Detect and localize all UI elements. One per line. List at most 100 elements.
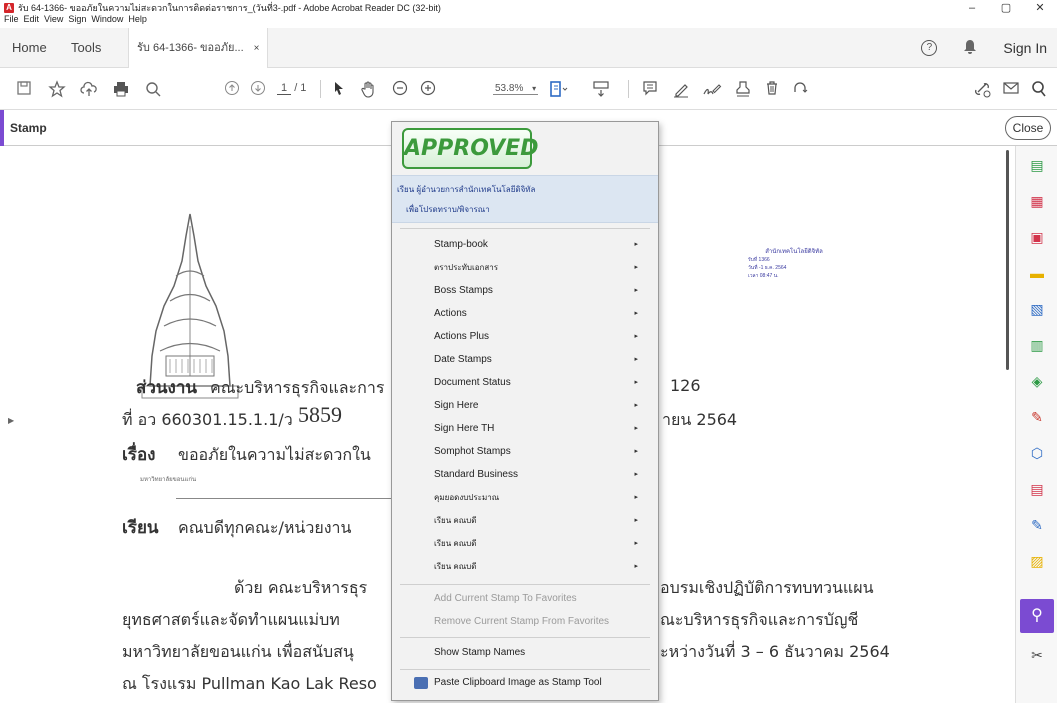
sign-in-button[interactable]: Sign In [1003,40,1047,56]
menu-window[interactable]: Window [91,14,123,26]
tab-tools[interactable]: Tools [71,28,101,68]
scan-ocr-icon[interactable]: ▥ [1028,336,1046,354]
trash-icon[interactable] [764,80,780,101]
compress-icon[interactable]: ◈ [1028,372,1046,390]
zoom-dropdown[interactable]: 53.8% ▾ [493,83,539,95]
mail-icon[interactable] [1002,80,1020,101]
bell-icon[interactable] [963,39,977,58]
page-number-input[interactable]: 1 [277,82,292,95]
receipt-head: สำนักเทคโนโลยีดิจิทัล [765,249,823,255]
menu-item-label: Standard Business [434,469,518,480]
recent-stamp-line2: เพื่อโปรดทราบ/พิจารณา [406,205,490,214]
export-pdf-icon[interactable]: ▣ [1028,228,1046,246]
menu-item-label: เรียน คณบดี [434,516,477,525]
menu-item-somphot-stamps[interactable]: Somphot Stamps ▸ [434,441,638,463]
para2-start: ยุทธศาสตร์และจัดทำแผนแม่บท [122,610,340,629]
tab-home[interactable]: Home [12,28,47,68]
bookmark-star-icon[interactable] [48,80,66,103]
select-arrow-icon[interactable] [332,80,346,101]
menu-item-label: Document Status [434,377,511,388]
comment-panel-icon[interactable]: ▬ [1028,264,1046,282]
title-bar: A รับ 64-1366- ขออภัยในความไม่สะดวกในการ… [0,0,1057,16]
account-search-icon[interactable] [1030,80,1048,103]
fill-sign-icon[interactable]: ✎ [1028,408,1046,426]
menu-item-sign-here-th[interactable]: Sign Here TH ▸ [434,418,638,440]
tab-close-icon[interactable]: × [254,43,260,54]
create-pdf-icon[interactable]: ▤ [1028,156,1046,174]
zoom-in-icon[interactable] [420,80,436,101]
tab-bar: Home Tools รับ 64-1366- ขออภัย... × ? Sig… [0,28,1057,68]
recent-stamp-line1: เรียน ผู้อำนวยการสำนักเทคโนโลยีดิจิทัล [397,185,536,194]
organize-pages-icon[interactable]: ▦ [1028,192,1046,210]
close-window-button[interactable]: ✕ [1023,0,1057,16]
protect-shield-icon[interactable]: ⬡ [1028,444,1046,462]
recent-stamp-item[interactable]: เรียน ผู้อำนวยการสำนักเทคโนโลยีดิจิทัล เ… [392,175,658,223]
combine-files-icon[interactable]: ▧ [1028,300,1046,318]
minimize-button[interactable]: – [955,0,989,16]
menu-item-label: คุมยอดงบประมาณ [434,493,500,502]
vertical-scrollbar[interactable] [1002,146,1015,703]
share-link-icon[interactable] [972,80,992,103]
page-fit-icon[interactable] [548,80,570,103]
previous-page-icon[interactable] [224,80,240,101]
search-icon[interactable] [144,80,162,103]
submenu-arrow-icon: ▸ [634,517,638,524]
approved-stamp-preview[interactable]: APPROVED [402,128,538,169]
left-panel-expand-icon[interactable]: ▶ [8,416,14,425]
menu-item-dean-1[interactable]: เรียน คณบดี ▸ [434,510,638,532]
menu-item-dean-3[interactable]: เรียน คณบดี ▸ [434,556,638,578]
para3-start: มหาวิทยาลัยขอนแก่น เพื่อสนับสนุ [122,642,354,661]
ref-label: ที่ อว 660301.15.1.1/ว [122,410,293,429]
sign-pen-icon[interactable] [702,80,722,103]
clipboard-image-icon [414,677,428,689]
menu-item-actions[interactable]: Actions ▸ [434,303,638,325]
hand-tool-icon[interactable] [360,80,378,103]
print-icon[interactable] [112,80,130,103]
stamp-tool-icon[interactable] [734,80,752,103]
stamp-panel-title: Stamp [10,121,47,135]
menu-view[interactable]: View [44,14,63,26]
receipt-date: วันที่ -1 ธ.ค. 2564 [748,265,787,271]
menu-item-budget-control[interactable]: คุมยอดงบประมาณ ▸ [434,487,638,509]
menu-item-date-stamps[interactable]: Date Stamps ▸ [434,349,638,371]
menu-help[interactable]: Help [128,14,147,26]
menu-sign[interactable]: Sign [68,14,86,26]
menu-item-label: ตราประทับเอกสาร [434,263,499,272]
print-production-icon[interactable]: ▤ [1028,480,1046,498]
menu-item-boss-stamps[interactable]: Boss Stamps ▸ [434,280,638,302]
rotate-icon[interactable] [792,80,808,101]
more-tools-icon[interactable]: ✂ [1028,646,1046,664]
menu-bar: File Edit View Sign Window Help [0,14,147,26]
comment-icon[interactable] [642,80,658,101]
save-icon[interactable] [16,80,32,101]
edit-pdf-icon[interactable]: ▨ [1028,552,1046,570]
menu-item-stamp-book[interactable]: Stamp-book ▸ [434,234,638,256]
upload-cloud-icon[interactable] [80,80,98,103]
close-stamp-button[interactable]: Close [1005,116,1051,140]
menu-item-standard-business[interactable]: Standard Business ▸ [434,464,638,486]
menu-item-sign-here[interactable]: Sign Here ▸ [434,395,638,417]
help-icon[interactable]: ? [921,40,938,56]
menu-item-actions-plus[interactable]: Actions Plus ▸ [434,326,638,348]
menu-item-label: Boss Stamps [434,285,493,296]
tab-document[interactable]: รับ 64-1366- ขออภัย... × [128,28,269,68]
menu-item-document-status[interactable]: Document Status ▸ [434,372,638,394]
highlight-pen-icon[interactable] [672,80,690,103]
stamp-panel-active-icon[interactable]: ⚲ [1020,599,1054,633]
menu-item-paste-clipboard[interactable]: Paste Clipboard Image as Stamp Tool [434,672,634,694]
menu-item-document-stamp[interactable]: ตราประทับเอกสาร ▸ [434,257,638,279]
menu-item-show-stamp-names[interactable]: Show Stamp Names [434,642,634,664]
scroll-mode-icon[interactable] [592,80,610,103]
maximize-button[interactable]: ▢ [989,0,1023,16]
submenu-arrow-icon: ▸ [634,241,638,248]
zoom-out-icon[interactable] [392,80,408,101]
next-page-icon[interactable] [250,80,266,101]
menu-item-dean-2[interactable]: เรียน คณบดี ▸ [434,533,638,555]
menu-file[interactable]: File [4,14,19,26]
menu-edit[interactable]: Edit [24,14,40,26]
certificate-sign-icon[interactable]: ✎ [1028,516,1046,534]
zoom-value: 53.8% [495,83,524,94]
menu-item-label: เรียน คณบดี [434,562,477,571]
scrollbar-thumb[interactable] [1006,150,1009,370]
receipt-time: เวลา 08:47 น. [748,273,779,279]
